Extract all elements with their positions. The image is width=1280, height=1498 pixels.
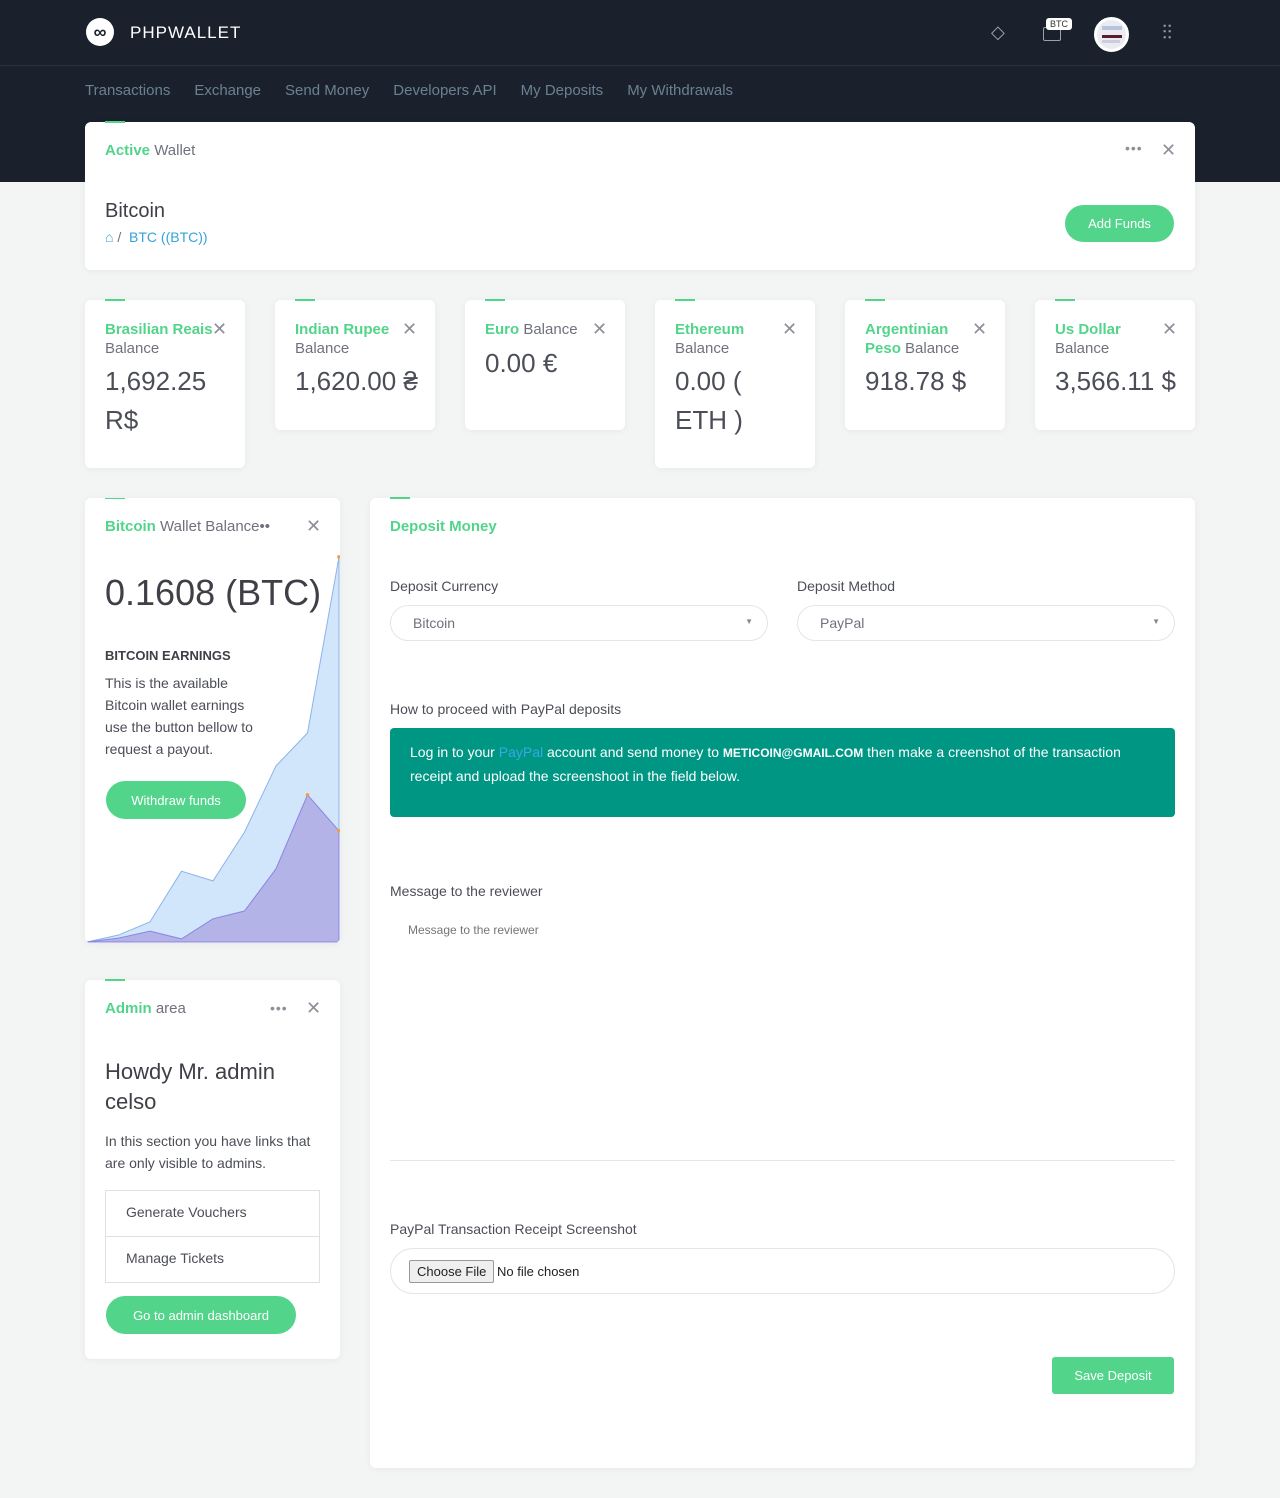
method-label: Deposit Method [797, 578, 896, 594]
active-wallet-card: Active Wallet ••• ✕ Bitcoin ⌂ / BTC ((BT… [85, 121, 1195, 270]
close-icon[interactable]: ✕ [1161, 140, 1176, 161]
choose-file-button[interactable]: Choose File [409, 1260, 495, 1283]
manage-tickets-link[interactable]: Manage Tickets [106, 1237, 319, 1282]
nav-developers-api[interactable]: Developers API [393, 82, 496, 99]
home-icon[interactable]: ⌂ [105, 229, 113, 245]
receipt-file-input[interactable]: Choose File No file chosen [390, 1248, 1175, 1294]
balance-card: Ethereum Balance ✕ 0.00 ( ETH ) [655, 299, 815, 468]
more-icon[interactable]: ••• [1125, 140, 1143, 156]
balance-value: 1,620.00 ₴ [295, 366, 418, 396]
top-header: ∞ PHPWALLET ◇ BTC ⫶⫶ [0, 0, 1280, 66]
generate-vouchers-link[interactable]: Generate Vouchers [106, 1191, 319, 1237]
caret-down-icon: ▼ [1152, 617, 1160, 626]
method-select[interactable]: PayPal ▼ [797, 605, 1175, 641]
balance-value: 918.78 $ [865, 366, 967, 396]
admin-card: Admin area ••• ✕ Howdy Mr. admin celso I… [85, 979, 340, 1359]
close-icon[interactable]: ✕ [306, 998, 321, 1019]
close-icon[interactable]: ✕ [592, 319, 607, 340]
wallet-name: Bitcoin [105, 200, 166, 222]
breadcrumb: ⌂ / BTC ((BTC)) [105, 229, 208, 245]
data-point [337, 555, 340, 559]
admin-dashboard-button[interactable]: Go to admin dashboard [106, 1296, 296, 1334]
btc-amount: 0.1608 (BTC) [105, 572, 322, 613]
balance-card: Us Dollar Balance ✕ 3,566.11 $ [1035, 299, 1195, 430]
nav-send-money[interactable]: Send Money [285, 82, 369, 99]
admin-greeting: Howdy Mr. admin celso [105, 1059, 275, 1114]
balance-value: 0.00 € [485, 348, 558, 378]
balance-value: 1,692.25 R$ [105, 366, 207, 435]
nav-exchange[interactable]: Exchange [194, 82, 261, 99]
close-icon[interactable]: ✕ [782, 319, 797, 340]
main-nav: Transactions Exchange Send Money Develop… [85, 82, 757, 99]
nav-my-deposits[interactable]: My Deposits [521, 82, 604, 99]
infinity-icon[interactable]: ∞ [86, 18, 114, 46]
close-icon[interactable]: ✕ [212, 319, 227, 340]
btc-wallet-card: Bitcoin Wallet Balance•• ✕ 0.1608 (BTC) … [85, 498, 340, 943]
currency-label: Deposit Currency [390, 578, 499, 594]
balance-card: Brasilian Reais Balance ✕ 1,692.25 R$ [85, 299, 245, 468]
data-point [305, 793, 310, 797]
howto-label: How to proceed with PayPal deposits [390, 701, 622, 717]
balance-value: 3,566.11 $ [1055, 366, 1176, 396]
message-label: Message to the reviewer [390, 883, 543, 899]
balance-card: Euro Balance ✕ 0.00 € [465, 299, 625, 430]
diamond-icon[interactable]: ◇ [991, 22, 1005, 43]
withdraw-funds-button[interactable]: Withdraw funds [106, 781, 246, 819]
receipt-label: PayPal Transaction Receipt Screenshot [390, 1221, 637, 1237]
wallet-badge: BTC [1046, 18, 1072, 30]
sliders-icon[interactable]: ⫶⫶ [1162, 22, 1172, 45]
earnings-heading: BITCOIN EARNINGS [105, 648, 231, 663]
paypal-instructions: Log in to your PayPal account and send m… [390, 728, 1175, 817]
close-icon[interactable]: ✕ [1162, 319, 1177, 340]
deposit-title: Deposit Money [390, 518, 497, 535]
close-icon[interactable]: ✕ [306, 516, 321, 537]
balance-card: Argentinian Peso Balance ✕ 918.78 $ [845, 299, 1005, 430]
currency-select[interactable]: Bitcoin ▼ [390, 605, 768, 641]
no-file-text: No file chosen [497, 1264, 580, 1279]
nav-transactions[interactable]: Transactions [85, 82, 170, 99]
divider [390, 1160, 1175, 1161]
more-icon[interactable]: ••• [270, 1000, 288, 1016]
admin-text: In this section you have links that are … [105, 1133, 311, 1171]
brand-name[interactable]: PHPWALLET [130, 23, 241, 43]
admin-links: Generate Vouchers Manage Tickets [105, 1190, 320, 1283]
balance-value: 0.00 ( ETH ) [675, 366, 743, 435]
add-funds-button[interactable]: Add Funds [1065, 205, 1174, 242]
message-textarea[interactable] [390, 915, 1175, 1155]
close-icon[interactable]: ✕ [972, 319, 987, 340]
breadcrumb-current[interactable]: BTC ((BTC)) [129, 229, 208, 245]
card-title: Active Wallet [105, 142, 196, 159]
save-deposit-button[interactable]: Save Deposit [1052, 1357, 1174, 1394]
nav-my-withdrawals[interactable]: My Withdrawals [627, 82, 733, 99]
earnings-text: This is the available Bitcoin wallet ear… [105, 675, 253, 757]
paypal-link[interactable]: PayPal [499, 744, 543, 760]
balance-card: Indian Rupee Balance ✕ 1,620.00 ₴ [275, 299, 435, 430]
avatar[interactable] [1094, 17, 1129, 52]
caret-down-icon: ▼ [745, 617, 753, 626]
close-icon[interactable]: ✕ [402, 319, 417, 340]
